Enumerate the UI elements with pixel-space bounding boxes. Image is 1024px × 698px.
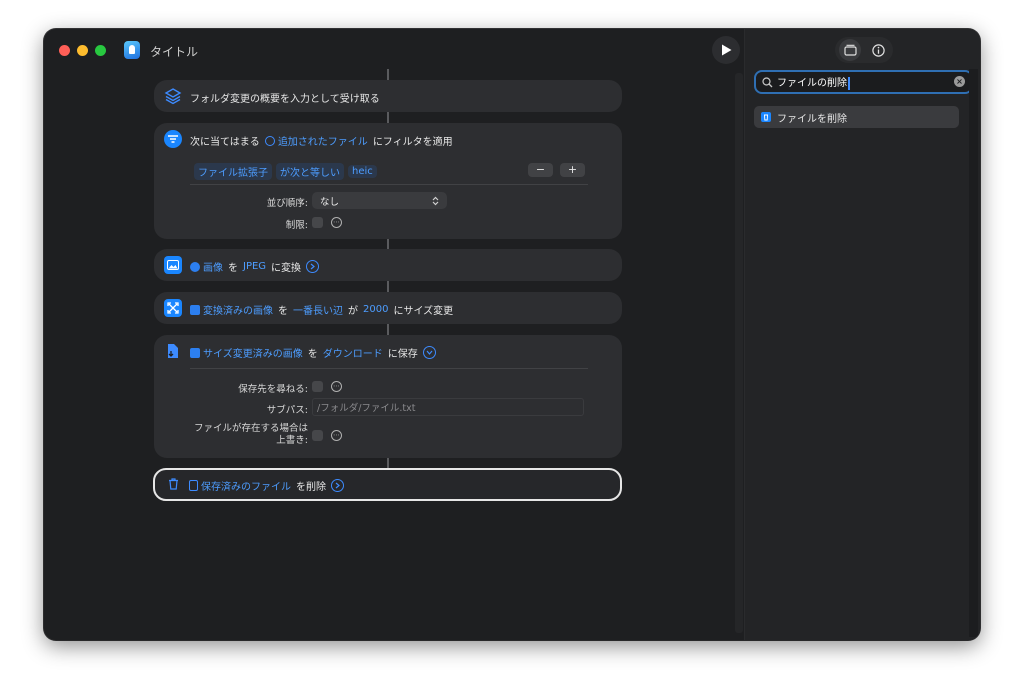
format-token[interactable]: JPEG — [243, 261, 266, 272]
search-result-item[interactable]: ファイルを削除 — [754, 106, 959, 128]
converted-image-variable[interactable]: 変換済みの画像 — [190, 302, 273, 317]
shortcut-app-icon — [124, 41, 140, 59]
zoom-window-button[interactable] — [95, 45, 106, 56]
chevron-updown-icon — [432, 196, 439, 205]
minimize-window-button[interactable] — [77, 45, 88, 56]
close-window-button[interactable] — [59, 45, 70, 56]
filter-suffix: にフィルタを適用 — [372, 137, 453, 148]
action-title: フォルダ変更の概要を入力として受け取る — [190, 94, 380, 105]
action-resize-image[interactable]: 変換済みの画像 を 一番長い辺 が 2000 にサイズ変更 — [154, 292, 622, 324]
more-options-icon[interactable]: ⋯ — [331, 217, 342, 228]
resize-mid1: を — [278, 306, 288, 317]
action-save-file[interactable]: サイズ変更済みの画像 を ダウンロード に保存 保存先を尋ねる: ⋯ サブパス:… — [154, 335, 622, 458]
resize-icon — [190, 347, 200, 358]
limit-label: 制限: — [285, 220, 308, 231]
add-condition-button[interactable]: + — [560, 163, 585, 177]
library-tab[interactable] — [839, 39, 861, 61]
layers-icon — [164, 87, 182, 105]
save-document-icon — [164, 342, 182, 360]
more-options-icon[interactable]: ⋯ — [331, 430, 342, 441]
flow-connector — [387, 239, 389, 249]
filter-value-token[interactable]: heic — [348, 165, 377, 178]
document-icon — [189, 480, 198, 491]
gear-icon — [264, 135, 275, 146]
image-icon — [190, 304, 200, 315]
sidebar-segmented-control — [835, 37, 893, 63]
saved-file-variable[interactable]: 保存済みのファイル — [189, 478, 291, 493]
image-icon — [190, 261, 200, 272]
filter-prefix: 次に当てはまる — [190, 137, 260, 148]
shortcut-editor-window: タイトル フォルダ変更の概要を入力として受け取る 次に当てはまる 追加されたファ… — [44, 29, 980, 640]
resize-mid2: が — [348, 306, 358, 317]
added-files-variable[interactable]: 追加されたファイル — [264, 133, 368, 148]
action-delete-files[interactable]: 保存済みのファイル を削除 — [153, 468, 622, 501]
subpath-label: サブパス: — [266, 405, 308, 416]
chevron-right-icon[interactable] — [306, 260, 320, 273]
divider — [190, 184, 588, 185]
filter-operator-token[interactable]: が次と等しい — [276, 163, 344, 180]
library-icon — [843, 44, 857, 56]
sort-value: なし — [320, 196, 340, 208]
save-destination-token[interactable]: ダウンロード — [323, 345, 383, 360]
chevron-right-icon[interactable] — [331, 479, 344, 492]
save-mid: を — [307, 349, 318, 360]
action-receive-folder-changes[interactable]: フォルダ変更の概要を入力として受け取る — [154, 80, 622, 112]
sort-order-popup[interactable]: なし — [312, 192, 447, 209]
subpath-field[interactable]: /フォルダ/ファイル.txt — [312, 398, 584, 416]
overwrite-label: ファイルが存在する場合は 上書き: — [193, 423, 308, 446]
sort-label: 並び順序: — [266, 198, 308, 209]
remove-condition-button[interactable]: − — [528, 163, 553, 177]
ask-location-label: 保存先を尋ねる: — [238, 384, 308, 395]
resized-image-variable[interactable]: サイズ変更済みの画像 — [190, 345, 303, 360]
delete-suffix: を削除 — [296, 482, 326, 493]
library-scrollbar[interactable] — [969, 69, 978, 637]
search-result-label: ファイルを削除 — [777, 113, 847, 125]
action-filter-files[interactable]: 次に当てはまる 追加されたファイル にフィルタを適用 ファイル拡張子 が次と等し… — [154, 123, 622, 239]
limit-checkbox[interactable] — [312, 217, 323, 228]
flow-connector — [387, 458, 389, 468]
save-suffix: に保存 — [387, 349, 418, 360]
text-cursor — [848, 76, 850, 90]
info-tab[interactable] — [867, 39, 889, 61]
more-options-icon[interactable]: ⋯ — [331, 381, 342, 392]
search-icon — [762, 76, 773, 87]
clear-icon[interactable]: × — [954, 76, 965, 87]
convert-mid: を — [228, 263, 238, 274]
trash-icon — [761, 112, 771, 122]
run-button[interactable] — [712, 36, 740, 64]
image-icon — [164, 256, 182, 274]
search-input[interactable]: ファイルの削除 — [777, 78, 847, 89]
editor-scrollbar[interactable] — [735, 73, 743, 633]
chevron-down-icon[interactable] — [422, 346, 436, 359]
overwrite-checkbox[interactable] — [312, 430, 323, 441]
resize-icon — [164, 299, 182, 317]
resize-suffix: にサイズ変更 — [393, 306, 454, 317]
action-library-panel: ファイルの削除 × ファイルを削除 — [745, 29, 980, 640]
filter-field-token[interactable]: ファイル拡張子 — [194, 163, 272, 180]
convert-suffix: に変換 — [271, 263, 302, 274]
window-title: タイトル — [150, 45, 199, 59]
info-icon — [871, 43, 885, 57]
flow-connector — [387, 324, 389, 335]
filter-icon — [164, 130, 182, 148]
action-convert-image[interactable]: 画像 を JPEG に変換 — [154, 249, 622, 281]
action-search-field[interactable]: ファイルの削除 × — [754, 70, 973, 94]
resize-size-token[interactable]: 2000 — [363, 304, 388, 315]
divider — [190, 368, 588, 369]
flow-connector — [387, 281, 389, 292]
flow-connector — [387, 69, 389, 80]
flow-connector — [387, 112, 389, 123]
resize-edge-token[interactable]: 一番長い辺 — [293, 302, 343, 317]
trash-icon — [164, 475, 182, 493]
image-variable[interactable]: 画像 — [190, 259, 223, 274]
play-icon — [721, 44, 731, 56]
ask-location-checkbox[interactable] — [312, 381, 323, 392]
